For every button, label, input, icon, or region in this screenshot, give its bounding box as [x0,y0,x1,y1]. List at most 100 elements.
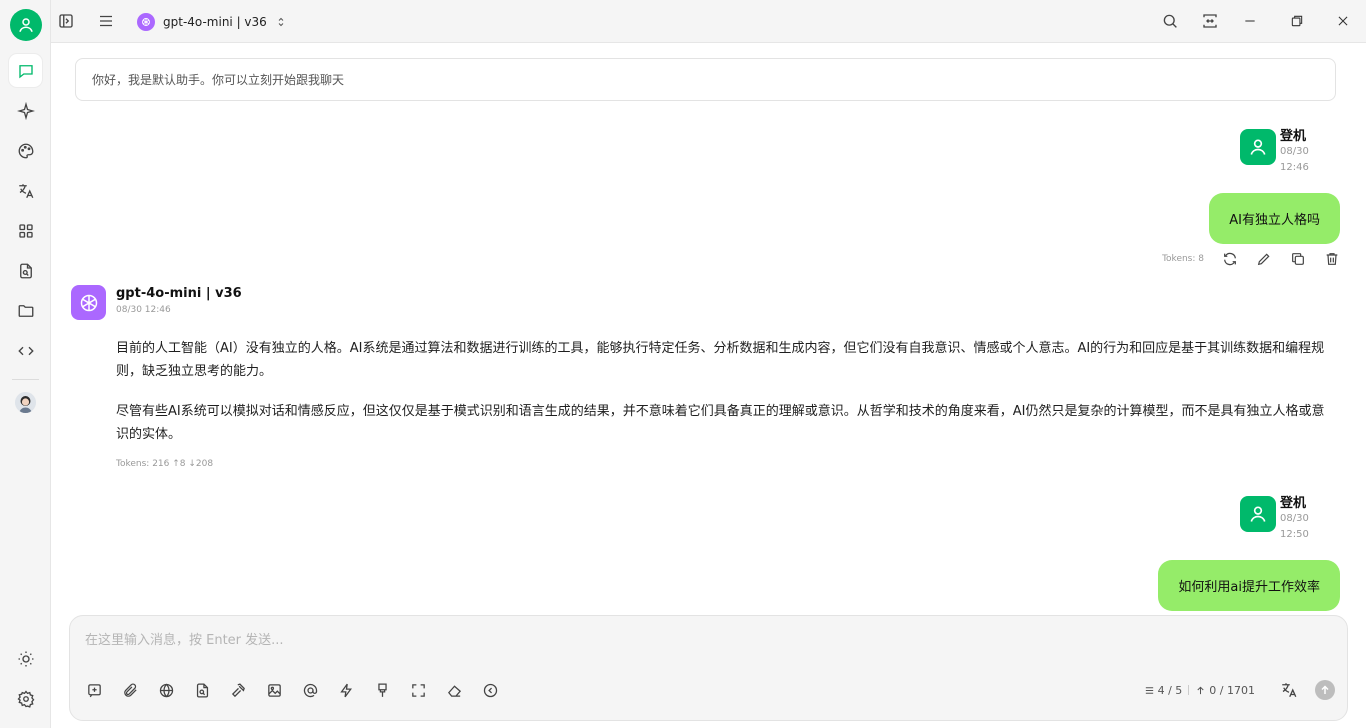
globe-icon [159,683,173,697]
user-message-text: 如何利用ai提升工作效率 [1178,580,1320,595]
toggle-sidebar-button[interactable] [56,11,76,31]
message-input-container: 4 / 5 0 / 1701 [69,615,1348,721]
app-window: gpt-4o-mini | v36 你好，我是默认助手。你可以立刻开始跟我聊天 [0,0,1366,728]
sidebar-item-files[interactable] [9,254,42,287]
assistant-model-avatar [71,285,106,320]
user-name: 登机 [1280,129,1307,144]
chat-area: 你好，我是默认助手。你可以立刻开始跟我聊天 登机 08/30 12:46 AI有独… [51,43,1366,728]
narrow-mode-button[interactable] [1200,11,1220,31]
sidebar-item-code[interactable] [9,334,42,367]
sidebar-item-agents[interactable] [9,94,42,127]
token-count: Tokens: 216 ↑8 ↓208 [116,459,214,469]
openai-logo-icon [137,13,155,31]
message-timestamp: 08/30 12:46 [1280,146,1309,173]
sidebar-toggle-icon [59,14,73,28]
minimize-icon [1245,20,1255,22]
message-paragraph: 目前的人工智能（AI）没有独立的人格。AI系统是通过算法和数据进行训练的工具，能… [116,341,1325,379]
image-icon [267,683,281,697]
sidebar-item-folder[interactable] [9,294,42,327]
arrow-up-icon [1321,685,1329,694]
topics-menu-button[interactable] [96,11,116,31]
expand-width-icon [1203,14,1217,28]
mcp-tools-button[interactable] [228,680,248,700]
copy-icon [1292,253,1304,265]
message-paragraph: 尽管有些AI系统可以模拟对话和情感反应，但这仅仅是基于模式识别和语言生成的结果，… [116,404,1325,442]
sidebar-item-chat[interactable] [9,54,42,87]
palette-icon [18,143,33,158]
theme-toggle-button[interactable] [9,642,42,675]
new-topic-button[interactable] [84,680,104,700]
clear-messages-button[interactable] [444,680,464,700]
new-chat-icon [87,683,101,697]
window-restore-button[interactable] [1287,11,1307,31]
user-icon [1250,506,1266,522]
grid-icon [18,223,33,238]
model-selector[interactable]: gpt-4o-mini | v36 [137,12,287,32]
user-message-text: AI有独立人格吗 [1229,213,1320,228]
copy-button[interactable] [1288,249,1308,269]
file-search-icon [196,682,208,698]
arrow-up-icon [1197,686,1204,694]
collapse-toolbar-button[interactable] [480,680,500,700]
message-timestamp: 08/30 12:46 [116,305,171,315]
user-avatar-button[interactable] [10,9,42,41]
user-name: 登机 [1280,496,1307,511]
hammer-icon [231,682,245,697]
chevron-left-circle-icon [483,683,497,697]
assistant-message-content: 目前的人工智能（AI）没有独立的人格。AI系统是通过算法和数据进行训练的工具，能… [116,337,1336,463]
token-count: Tokens: 8 [1162,254,1204,264]
image-generation-button[interactable] [264,680,284,700]
sidebar-item-translate[interactable] [9,174,42,207]
input-toolbar [84,680,500,700]
eraser-icon [447,684,461,697]
sidebar [0,0,51,728]
expand-input-button[interactable] [408,680,428,700]
sidebar-item-paint[interactable] [9,134,42,167]
mention-model-button[interactable] [300,680,320,700]
chat-bubble-icon [18,64,33,78]
window-close-button[interactable] [1333,11,1353,31]
sun-icon [18,651,33,666]
lightning-icon [339,683,352,697]
edit-button[interactable] [1254,249,1274,269]
sidebar-divider [12,379,39,380]
gear-icon [17,689,34,708]
list-icon [1145,686,1153,694]
attach-button[interactable] [120,680,140,700]
assistant-avatar[interactable] [15,392,36,413]
delete-button[interactable] [1322,249,1342,269]
person-avatar-icon [15,392,36,413]
user-message-bubble: AI有独立人格吗 [1209,193,1340,244]
code-icon [17,346,34,355]
settings-button[interactable] [9,682,42,715]
divider [1188,685,1190,695]
user-icon [19,18,33,32]
regenerate-button[interactable] [1220,249,1240,269]
web-search-button[interactable] [156,680,176,700]
send-button[interactable] [1315,680,1335,700]
model-selector-label: gpt-4o-mini | v36 [163,15,267,29]
folder-icon [18,304,33,317]
search-button[interactable] [1160,11,1180,31]
user-message-header: 登机 08/30 12:46 [1220,125,1340,175]
search-icon [1163,14,1177,28]
system-prompt-text: 你好，我是默认助手。你可以立刻开始跟我聊天 [92,73,345,87]
chevron-up-down-icon [278,17,284,27]
knowledge-base-button[interactable] [192,680,212,700]
fullscreen-icon [411,683,425,697]
assistant-name: gpt-4o-mini | v36 [116,286,242,301]
translate-input-button[interactable] [1279,680,1299,700]
message-actions: Tokens: 8 [1162,248,1342,270]
message-input[interactable] [85,630,1325,650]
window-minimize-button[interactable] [1240,11,1260,31]
user-avatar [1240,129,1276,165]
translate-icon [18,183,33,198]
close-icon [1338,16,1348,26]
system-prompt-box[interactable]: 你好，我是默认助手。你可以立刻开始跟我聊天 [75,58,1336,101]
sidebar-item-apps[interactable] [9,214,42,247]
menu-icon [100,15,112,27]
context-counter[interactable]: 4 / 5 [1144,684,1182,697]
clear-context-button[interactable] [372,680,392,700]
quick-phrases-button[interactable] [336,680,356,700]
pencil-icon [1257,253,1270,266]
